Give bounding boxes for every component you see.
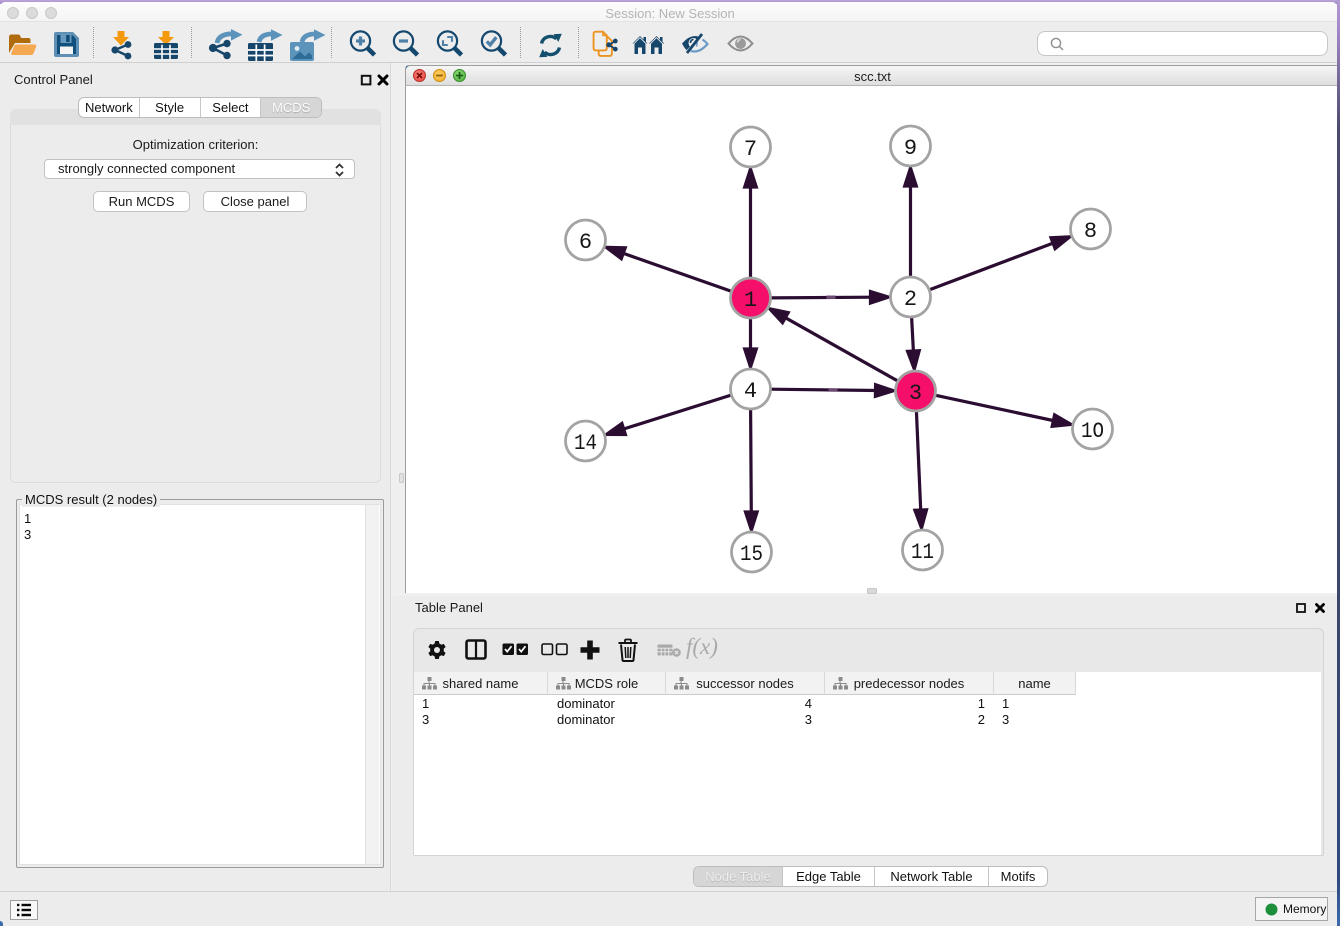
svg-text:14: 14 (574, 431, 597, 456)
svg-text:3: 3 (909, 381, 922, 406)
svg-text:8: 8 (1084, 219, 1097, 244)
svg-text:1: 1 (744, 288, 757, 313)
svg-text:9: 9 (904, 136, 917, 161)
svg-text:6: 6 (579, 230, 592, 255)
svg-text:15: 15 (740, 542, 763, 567)
svg-text:4: 4 (744, 379, 757, 404)
svg-text:1O: 1O (1081, 419, 1104, 444)
svg-text:11: 11 (911, 540, 934, 565)
svg-text:7: 7 (744, 137, 757, 162)
svg-text:2: 2 (904, 287, 917, 312)
